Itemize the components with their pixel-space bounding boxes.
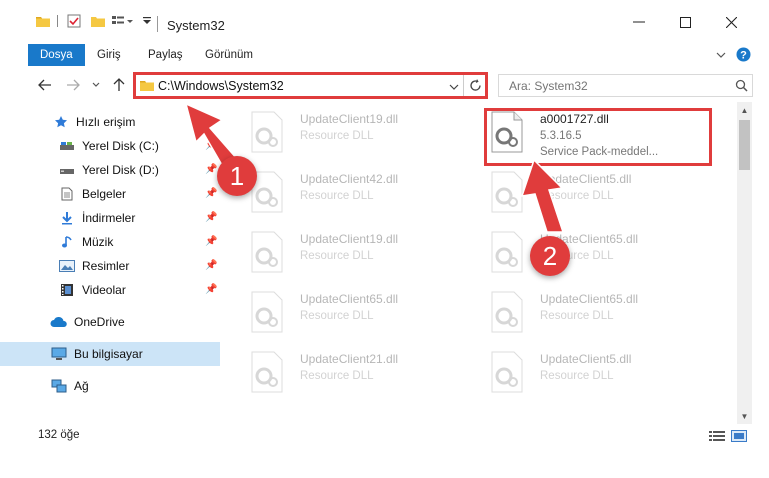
annotation-arrows (184, 102, 565, 233)
step-badge-2: 2 (530, 236, 570, 276)
arrow-2 (520, 158, 565, 233)
step-badge-1: 1 (217, 156, 257, 196)
